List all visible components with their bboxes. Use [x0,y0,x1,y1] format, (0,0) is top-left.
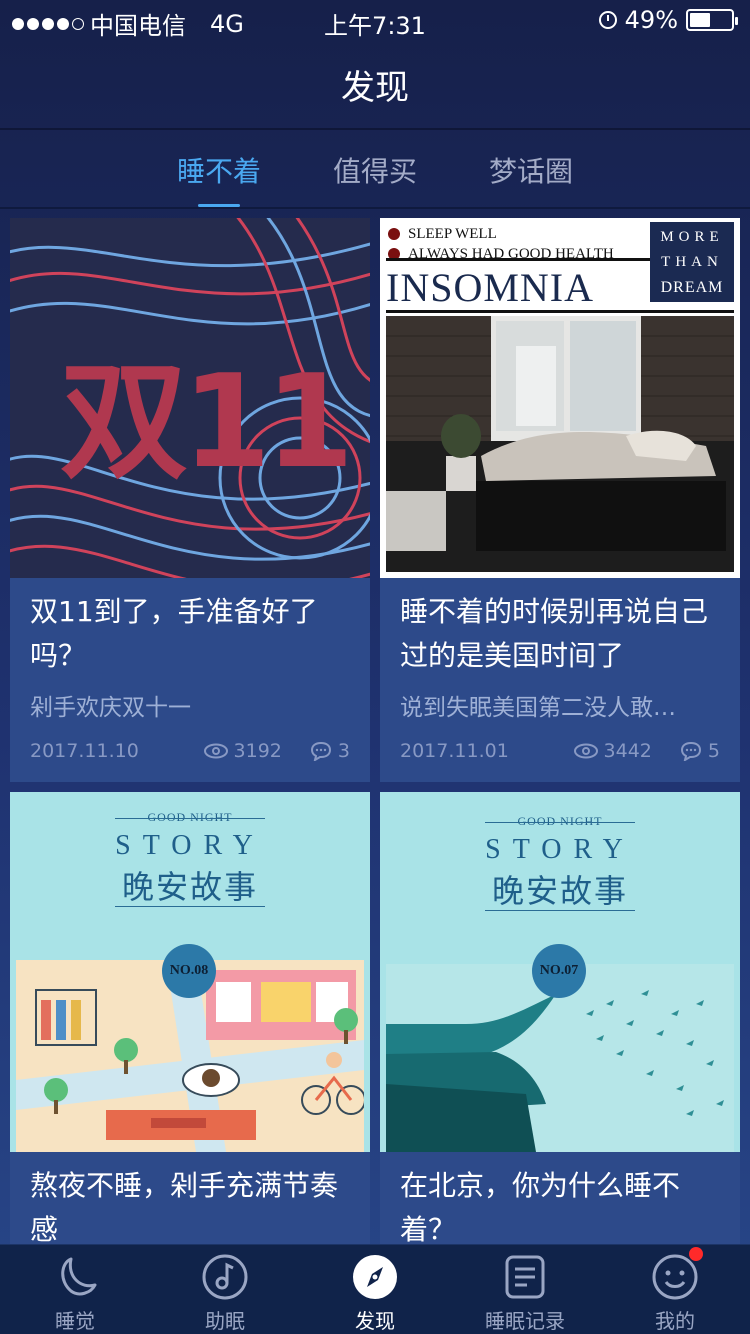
views-count: 3192 [233,740,282,762]
tabbar-item-discover[interactable]: 发现 [300,1253,450,1334]
story-header-large: STORY [115,830,265,861]
article-image: SLEEP WELL ALWAYS HAD GOOD HEALTH INSOMN… [380,218,740,578]
newspaper-headline: INSOMNIA [386,265,594,310]
tabbar-item-sleep[interactable]: 睡觉 [0,1253,150,1334]
tab-sleepless[interactable]: 睡不着 [177,150,261,190]
smiley-icon [651,1247,703,1301]
article-title: 在北京，你为什么睡不着？ [400,1169,681,1246]
article-date: 2017.11.01 [400,740,509,762]
tabbar-label: 睡觉 [55,1309,95,1333]
article-comments: 3 [310,740,350,762]
article-card[interactable]: 双11 双11到了，手准备好了吗？ 剁手欢庆双十一 2017.11.10 319… [10,218,370,782]
tab-worth-buying[interactable]: 值得买 [333,150,417,190]
article-title: 熬夜不睡，剁手充满节奏感 [30,1169,339,1246]
tabbar-label: 发现 [355,1309,395,1333]
comment-bubble-icon [680,741,701,761]
battery-percent: 49% [624,6,678,34]
eye-icon [203,743,228,759]
comment-bubble-icon [310,741,331,761]
moon-icon [51,1253,99,1301]
tabbar-item-sleep-record[interactable]: 睡眠记录 [450,1253,600,1334]
bottom-tab-bar: 睡觉 助眠 发现 睡眠记录 我的 [0,1244,750,1334]
article-title: 睡不着的时候别再说自己过的是美国时间了 [400,595,709,672]
compass-icon [351,1253,399,1301]
issue-badge: NO.07 [532,944,586,998]
status-bar: 中国电信 4G 上午7:31 49% [0,0,750,40]
tab-dream-circle[interactable]: 梦话圈 [489,150,573,190]
music-note-icon [201,1253,249,1301]
article-image: GOOD NIGHT STORY 晚安故事 NO.07 [380,792,740,1152]
article-title: 双11到了，手准备好了吗？ [30,595,318,672]
eye-icon [573,743,598,759]
story-header-large: STORY [485,834,635,865]
notification-badge [689,1247,703,1261]
navigation-bar: 发现 [0,40,750,128]
article-subtitle: 剁手欢庆双十一 [30,695,191,721]
issue-badge: NO.08 [162,944,216,998]
newspaper-box: MORE THAN DREAM [650,222,734,302]
story-header-cn: 晚安故事 [491,872,628,910]
double-eleven-graphic-text: 双11 [60,348,354,497]
tabbar-label: 睡眠记录 [485,1309,565,1333]
segment-tabs: 睡不着 值得买 梦话圈 [0,130,750,208]
tabbar-item-sleep-aid[interactable]: 助眠 [150,1253,300,1334]
article-meta: 2017.11.01 3442 5 [400,740,720,762]
tabbar-label: 我的 [655,1309,695,1333]
notes-icon [501,1253,549,1301]
tabbar-label: 助眠 [205,1309,245,1333]
article-comments: 5 [680,740,720,762]
article-views: 3442 [573,740,652,762]
article-date: 2017.11.10 [30,740,139,762]
tabs-divider [0,207,750,209]
story-header-cn: 晚安故事 [121,868,258,906]
comments-count: 5 [707,740,720,762]
article-meta: 2017.11.10 3192 3 [30,740,350,762]
sleeping-photo [386,316,734,572]
tabbar-item-mine[interactable]: 我的 [600,1247,750,1334]
article-card[interactable]: GOOD NIGHT STORY 晚安故事 NO.08 熬夜不睡，剁手充满节奏感 [10,792,370,1252]
newspaper-line: ALWAYS HAD GOOD HEALTH [408,246,614,262]
alarm-clock-icon [598,11,617,29]
article-image: GOOD NIGHT STORY 晚安故事 NO.08 [10,792,370,1152]
article-subtitle: 说到失眠美国第二没人敢… [400,695,676,721]
article-card[interactable]: GOOD NIGHT STORY 晚安故事 NO.07 在北京，你为什么睡不着？ [380,792,740,1252]
views-count: 3442 [603,740,652,762]
newspaper-line: SLEEP WELL [408,226,497,242]
article-card[interactable]: SLEEP WELL ALWAYS HAD GOOD HEALTH INSOMN… [380,218,740,782]
article-views: 3192 [203,740,282,762]
status-right: 49% [598,6,738,34]
comments-count: 3 [337,740,350,762]
page-title: 发现 [341,67,409,108]
article-image: 双11 [10,218,370,578]
battery-icon [686,9,738,31]
